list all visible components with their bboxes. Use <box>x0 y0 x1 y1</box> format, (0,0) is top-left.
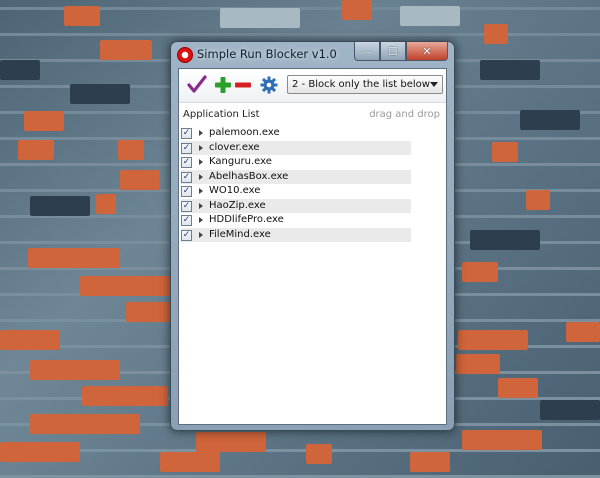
minimize-icon: — <box>361 44 373 58</box>
brick <box>410 452 450 472</box>
brick <box>470 230 540 250</box>
brick <box>566 322 600 342</box>
expand-arrow-icon[interactable] <box>199 188 203 194</box>
brick <box>484 24 508 44</box>
brick <box>30 414 140 434</box>
brick <box>462 262 498 282</box>
expand-arrow-icon[interactable] <box>199 144 203 151</box>
chevron-down-icon <box>430 82 438 87</box>
drag-drop-hint: drag and drop <box>369 109 440 120</box>
item-checkbox[interactable]: ✓ <box>181 215 192 226</box>
brick <box>70 84 130 104</box>
list-item[interactable]: ✓ palemoon.exe <box>181 126 411 141</box>
item-checkbox[interactable]: ✓ <box>181 157 192 168</box>
list-item[interactable]: ✓ HDDlifePro.exe <box>181 213 411 228</box>
brick <box>100 40 152 60</box>
list-item[interactable]: ✓ AbelhasBox.exe <box>181 169 411 184</box>
brick <box>160 452 220 472</box>
item-name: FileMind.exe <box>209 228 271 240</box>
brick <box>196 432 266 452</box>
application-list: ✓ palemoon.exe ✓ clover.exe ✓ Kanguru.ex… <box>179 126 446 242</box>
brick <box>30 196 90 216</box>
title-bar[interactable]: Simple Run Blocker v1.0 — ☐ ✕ <box>171 42 454 66</box>
item-name: HaoZip.exe <box>209 199 266 211</box>
brick <box>82 386 168 406</box>
expand-arrow-icon[interactable] <box>199 217 203 223</box>
brick <box>126 302 170 322</box>
brick <box>0 442 80 462</box>
window-controls: — ☐ ✕ <box>354 42 448 61</box>
brick <box>520 110 580 130</box>
brick <box>306 444 332 464</box>
item-checkbox[interactable]: ✓ <box>181 128 192 139</box>
brick <box>24 111 64 131</box>
list-title: Application List <box>183 109 260 120</box>
expand-arrow-icon[interactable] <box>199 202 203 209</box>
brick <box>498 378 538 398</box>
item-checkbox[interactable]: ✓ <box>181 171 192 183</box>
toolbar: 2 - Block only the list below <box>179 69 446 103</box>
brick <box>0 60 40 80</box>
expand-arrow-icon[interactable] <box>199 173 203 180</box>
list-item[interactable]: ✓ FileMind.exe <box>181 227 411 242</box>
list-header: Application List drag and drop <box>179 103 446 125</box>
item-name: palemoon.exe <box>209 127 280 138</box>
apply-button[interactable] <box>185 73 209 97</box>
maximize-icon: ☐ <box>388 44 398 58</box>
brick <box>18 140 54 160</box>
item-name: clover.exe <box>209 141 260 153</box>
brick <box>342 0 372 20</box>
brick <box>30 360 120 380</box>
list-item[interactable]: ✓ Kanguru.exe <box>181 155 411 170</box>
checkmark-icon <box>187 75 207 93</box>
item-name: WO10.exe <box>209 185 261 196</box>
expand-arrow-icon[interactable] <box>199 159 203 165</box>
mode-dropdown-value: 2 - Block only the list below <box>292 79 430 90</box>
list-item[interactable]: ✓ WO10.exe <box>181 184 411 199</box>
app-logo-icon <box>177 47 193 63</box>
brick <box>80 276 170 296</box>
gear-icon <box>260 76 278 94</box>
item-checkbox[interactable]: ✓ <box>181 229 192 241</box>
brick <box>462 430 542 450</box>
expand-arrow-icon[interactable] <box>199 231 203 238</box>
brick <box>28 248 120 268</box>
brick <box>458 330 528 350</box>
item-checkbox[interactable]: ✓ <box>181 200 192 212</box>
list-item[interactable]: ✓ clover.exe <box>181 140 411 155</box>
brick <box>96 194 116 214</box>
mode-dropdown[interactable]: 2 - Block only the list below <box>287 75 443 94</box>
item-name: HDDlifePro.exe <box>209 214 284 225</box>
expand-arrow-icon[interactable] <box>199 130 203 136</box>
item-name: AbelhasBox.exe <box>209 170 289 182</box>
minimize-button[interactable]: — <box>354 42 380 61</box>
client-area: 2 - Block only the list below Applicatio… <box>178 68 447 425</box>
brick <box>456 354 500 374</box>
brick <box>64 6 100 26</box>
brick <box>480 60 540 80</box>
item-checkbox[interactable]: ✓ <box>181 142 192 154</box>
close-button[interactable]: ✕ <box>406 42 448 61</box>
window-title: Simple Run Blocker v1.0 <box>197 47 337 61</box>
plus-icon <box>215 77 231 93</box>
maximize-button[interactable]: ☐ <box>380 42 406 61</box>
close-icon: ✕ <box>422 44 432 58</box>
brick <box>118 140 144 160</box>
app-window: Simple Run Blocker v1.0 — ☐ ✕ 2 - Block … <box>170 41 455 431</box>
brick <box>540 400 600 420</box>
brick <box>120 170 160 190</box>
brick <box>492 142 518 162</box>
settings-button[interactable] <box>257 73 281 97</box>
item-checkbox[interactable]: ✓ <box>181 186 192 197</box>
minus-icon <box>235 82 251 88</box>
list-item[interactable]: ✓ HaoZip.exe <box>181 198 411 213</box>
item-name: Kanguru.exe <box>209 156 272 167</box>
brick <box>0 330 60 350</box>
brick <box>400 6 460 26</box>
brick <box>526 190 550 210</box>
brick <box>220 8 300 28</box>
remove-button[interactable] <box>231 73 255 97</box>
